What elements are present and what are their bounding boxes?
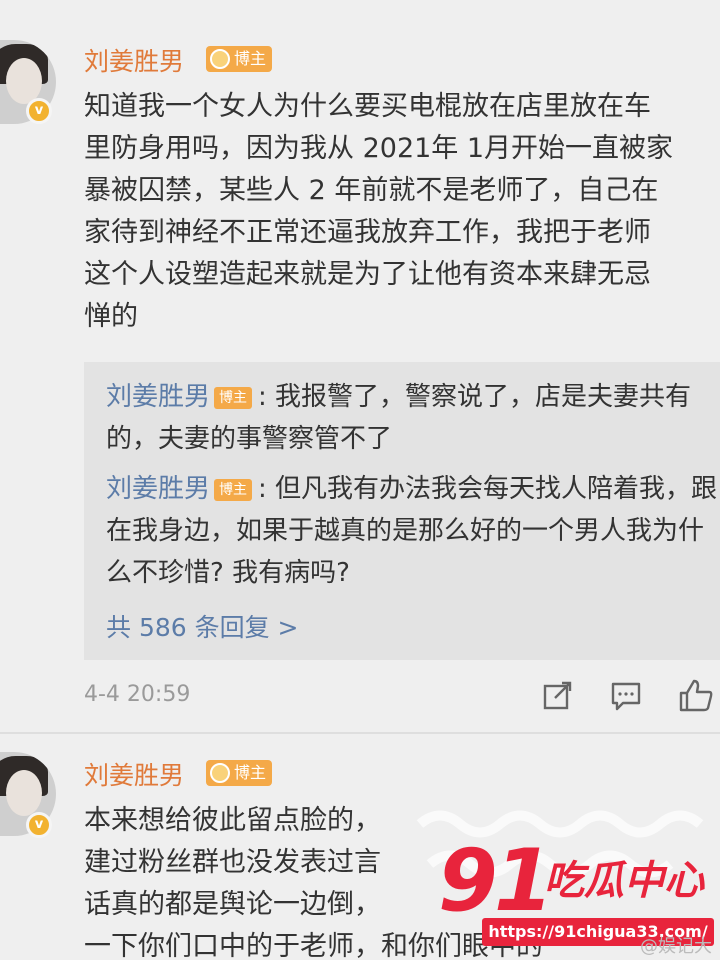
username[interactable]: 刘姜胜男 [84, 42, 184, 78]
comment-time: 4-4 20:59 [84, 682, 191, 707]
crown-icon [210, 49, 230, 69]
crown-icon [210, 763, 230, 783]
verified-badge-icon: v [26, 98, 52, 124]
share-icon[interactable] [542, 680, 574, 712]
host-tag-label: 博主 [234, 49, 267, 68]
watermark-number: 91 [438, 831, 554, 931]
like-icon[interactable] [678, 678, 714, 714]
reply-username[interactable]: 刘姜胜男 [106, 382, 210, 412]
avatar-face [6, 770, 42, 816]
verified-badge-icon: v [26, 812, 52, 838]
divider [0, 732, 720, 734]
host-tag-label: 博主 [234, 763, 267, 782]
watermark-name: 吃瓜中心 [544, 858, 704, 904]
comment-text: 知道我一个女人为什么要买电棍放在店里放在车 里防身用吗，因为我从 2021年 1… [84, 91, 674, 332]
reply-username[interactable]: 刘姜胜男 [106, 474, 210, 504]
reply-box[interactable]: 刘姜胜男 博主: 我报警了，警察说了，店是夫妻共有的，夫妻的事警察管不了 刘姜胜男… [84, 362, 720, 660]
comment-icon[interactable] [610, 680, 642, 712]
more-replies-link[interactable]: 共 586 条回复 > [106, 608, 299, 644]
host-tag: 博主 [206, 46, 273, 72]
weibo-watermark: @娱记大 [640, 936, 712, 957]
reply-item[interactable]: 刘姜胜男 博主: 但凡我有办法我会每天找人陪着我，跟在我身边，如果于越真的是那么好… [106, 468, 720, 594]
reply-item[interactable]: 刘姜胜男 博主: 我报警了，警察说了，店是夫妻共有的，夫妻的事警察管不了 [106, 376, 720, 460]
reply-host-tag: 博主 [214, 479, 253, 501]
username[interactable]: 刘姜胜男 [84, 756, 184, 792]
reply-host-tag: 博主 [214, 387, 253, 409]
host-tag: 博主 [206, 760, 273, 786]
